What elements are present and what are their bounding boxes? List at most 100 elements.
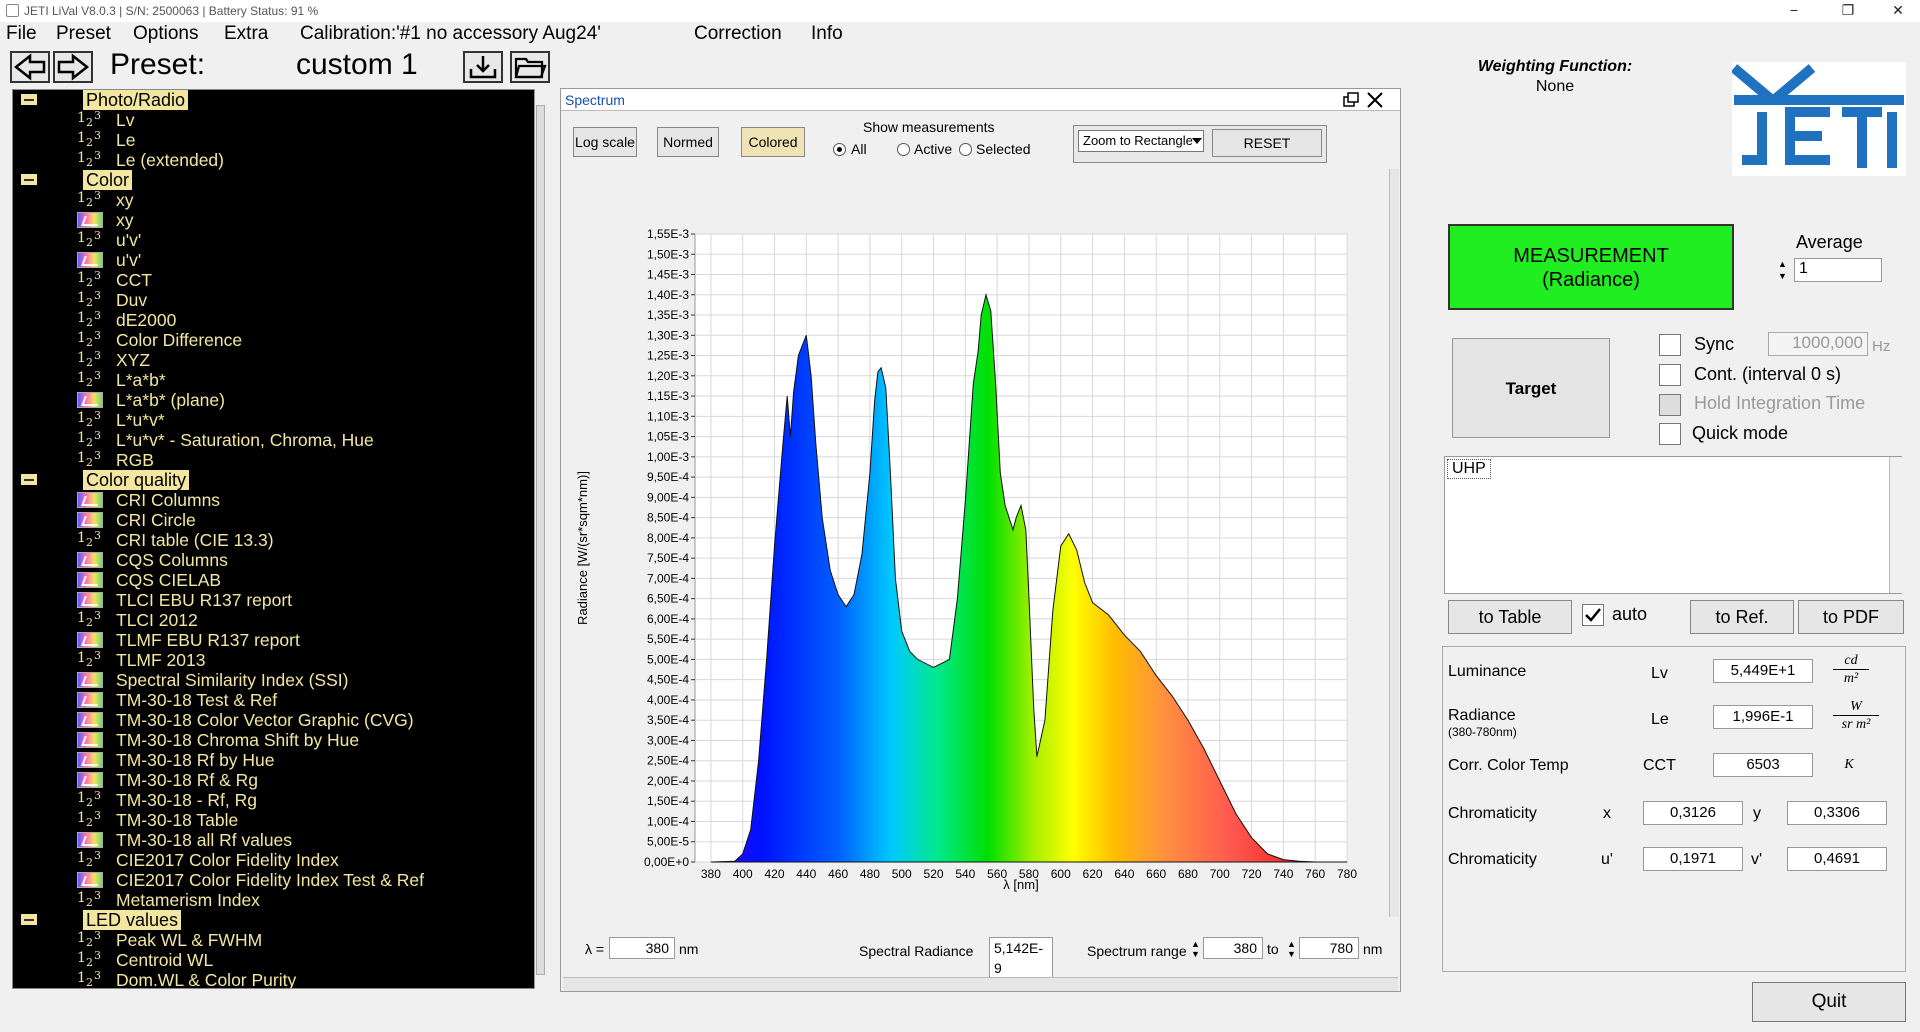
- radio-all[interactable]: [833, 143, 846, 156]
- average-spinner[interactable]: ▲ ▼: [1778, 258, 1792, 282]
- tree-item[interactable]: CQS Columns: [13, 550, 533, 570]
- quick-mode-checkbox[interactable]: [1659, 423, 1681, 445]
- lambda-input[interactable]: 380: [609, 937, 675, 959]
- menu-file[interactable]: File: [6, 23, 37, 45]
- chevron-down-icon[interactable]: [1190, 132, 1204, 150]
- tree-item[interactable]: 1 2 3 L*a*b*: [13, 369, 533, 390]
- tree-item[interactable]: 1 2 3 Peak WL & FWHM: [13, 929, 533, 950]
- tree-item[interactable]: 1 2 3 CRI table (CIE 13.3): [13, 529, 533, 550]
- reset-button[interactable]: RESET: [1212, 129, 1322, 157]
- menu-extra[interactable]: Extra: [224, 23, 268, 45]
- tree-item[interactable]: CRI Circle: [13, 510, 533, 530]
- tree-item[interactable]: 1 2 3 TLMF 2013: [13, 649, 533, 670]
- range-to-input[interactable]: 780: [1299, 937, 1359, 959]
- collapse-icon[interactable]: [21, 94, 37, 105]
- collapse-icon[interactable]: [21, 174, 37, 185]
- horizontal-scrollbar[interactable]: [563, 977, 1398, 991]
- restore-icon[interactable]: [1341, 91, 1361, 109]
- preset-next-button[interactable]: [53, 51, 93, 83]
- tree-item[interactable]: L*a*b* (plane): [13, 390, 533, 410]
- tree-scrollbar-thumb[interactable]: [536, 105, 545, 975]
- menu-options[interactable]: Options: [133, 23, 198, 45]
- tree-item[interactable]: 1 2 3 L*u*v* - Saturation, Chroma, Hue: [13, 429, 533, 450]
- sync-checkbox[interactable]: [1659, 334, 1681, 356]
- auto-checkbox[interactable]: [1582, 604, 1604, 626]
- chart-vertical-scrollbar[interactable]: [1389, 169, 1399, 917]
- tree-item[interactable]: TM-30-18 Color Vector Graphic (CVG): [13, 710, 533, 730]
- minimize-button[interactable]: −: [1774, 2, 1814, 20]
- preset-open-button[interactable]: [510, 51, 550, 83]
- range-from-spinner[interactable]: ▲ ▼: [1191, 939, 1201, 959]
- tree-item[interactable]: 1 2 3 CIE2017 Color Fidelity Index: [13, 849, 533, 870]
- target-button[interactable]: Target: [1452, 338, 1610, 438]
- tree-item[interactable]: 1 2 3 Centroid WL: [13, 949, 533, 970]
- range-from-input[interactable]: 380: [1203, 937, 1263, 959]
- menu-calibration[interactable]: Calibration:'#1 no accessory Aug24': [300, 23, 601, 45]
- tree-item[interactable]: 1 2 3 Duv: [13, 289, 533, 310]
- tree-item[interactable]: TLMF EBU R137 report: [13, 630, 533, 650]
- list-scrollbar[interactable]: [1889, 457, 1902, 593]
- radio-active[interactable]: [897, 143, 910, 156]
- normed-button[interactable]: Normed: [657, 127, 719, 157]
- colored-button[interactable]: Colored: [741, 127, 805, 157]
- tree-item[interactable]: 1 2 3 Lv: [13, 109, 533, 130]
- maximize-button[interactable]: ❐: [1828, 2, 1868, 20]
- tree-item[interactable]: 1 2 3 CCT: [13, 269, 533, 290]
- range-to-spinner[interactable]: ▲ ▼: [1287, 939, 1297, 959]
- measurement-button[interactable]: MEASUREMENT (Radiance): [1448, 224, 1734, 310]
- tree-item[interactable]: TM-30-18 Chroma Shift by Hue: [13, 730, 533, 750]
- hold-integration-checkbox[interactable]: [1659, 394, 1681, 416]
- list-item[interactable]: UHP: [1447, 459, 1491, 479]
- tree-item[interactable]: 1 2 3 TM-30-18 Table: [13, 809, 533, 830]
- close-icon[interactable]: [1365, 91, 1385, 109]
- to-pdf-button[interactable]: to PDF: [1798, 600, 1904, 634]
- preset-save-button[interactable]: [463, 51, 503, 83]
- tree-item[interactable]: u'v': [13, 250, 533, 270]
- tree-item[interactable]: 1 2 3 Dom.WL & Color Purity: [13, 969, 533, 988]
- tree-item[interactable]: 1 2 3 xy: [13, 189, 533, 210]
- tree-item[interactable]: 1 2 3 Le (extended): [13, 149, 533, 170]
- tree-category[interactable]: Color: [13, 170, 533, 190]
- tree-item[interactable]: CIE2017 Color Fidelity Index Test & Ref: [13, 870, 533, 890]
- tree-category[interactable]: LED values: [13, 910, 533, 930]
- tree-item[interactable]: TLCI EBU R137 report: [13, 590, 533, 610]
- close-button[interactable]: ✕: [1878, 2, 1918, 20]
- tree-item[interactable]: 1 2 3 Color Difference: [13, 329, 533, 350]
- tree-item[interactable]: CRI Columns: [13, 490, 533, 510]
- tree-item[interactable]: CQS CIELAB: [13, 570, 533, 590]
- tree-category[interactable]: Photo/Radio: [13, 90, 533, 110]
- tree-item[interactable]: 1 2 3 u'v': [13, 229, 533, 250]
- tree-item[interactable]: TM-30-18 Test & Ref: [13, 690, 533, 710]
- collapse-icon[interactable]: [21, 914, 37, 925]
- menu-info[interactable]: Info: [811, 23, 843, 45]
- radio-selected[interactable]: [959, 143, 972, 156]
- measurement-list[interactable]: UHP: [1444, 456, 1902, 594]
- tree-item[interactable]: 1 2 3 Le: [13, 129, 533, 150]
- tree-item[interactable]: xy: [13, 210, 533, 230]
- tree-item[interactable]: 1 2 3 TM-30-18 - Rf, Rg: [13, 789, 533, 810]
- to-ref-button[interactable]: to Ref.: [1690, 600, 1794, 634]
- log-scale-button[interactable]: Log scale: [573, 127, 637, 157]
- tree-item[interactable]: 1 2 3 Metamerism Index: [13, 889, 533, 910]
- tree-item[interactable]: TM-30-18 all Rf values: [13, 830, 533, 850]
- menu-correction[interactable]: Correction: [694, 23, 782, 45]
- quit-button[interactable]: Quit: [1752, 982, 1906, 1022]
- tree-item[interactable]: 1 2 3 TLCI 2012: [13, 609, 533, 630]
- tree-item[interactable]: Spectral Similarity Index (SSI): [13, 670, 533, 690]
- tree-item[interactable]: 1 2 3 L*u*v*: [13, 409, 533, 430]
- tree-item[interactable]: 1 2 3 dE2000: [13, 309, 533, 330]
- tree-item[interactable]: 1 2 3 XYZ: [13, 349, 533, 370]
- tree-scrollbar[interactable]: [534, 89, 546, 989]
- sync-frequency-input[interactable]: 1000,000: [1768, 332, 1868, 356]
- menu-preset[interactable]: Preset: [56, 23, 111, 45]
- preset-prev-button[interactable]: [10, 51, 50, 83]
- cont-checkbox[interactable]: [1659, 364, 1681, 386]
- tree-item[interactable]: 1 2 3 RGB: [13, 449, 533, 470]
- collapse-icon[interactable]: [21, 474, 37, 485]
- to-table-button[interactable]: to Table: [1448, 600, 1572, 634]
- tree-category[interactable]: Color quality: [13, 470, 533, 490]
- tree-item[interactable]: TM-30-18 Rf & Rg: [13, 770, 533, 790]
- zoom-mode-select[interactable]: Zoom to Rectangle: [1078, 130, 1204, 152]
- average-input[interactable]: 1: [1794, 258, 1882, 282]
- tree-item[interactable]: TM-30-18 Rf by Hue: [13, 750, 533, 770]
